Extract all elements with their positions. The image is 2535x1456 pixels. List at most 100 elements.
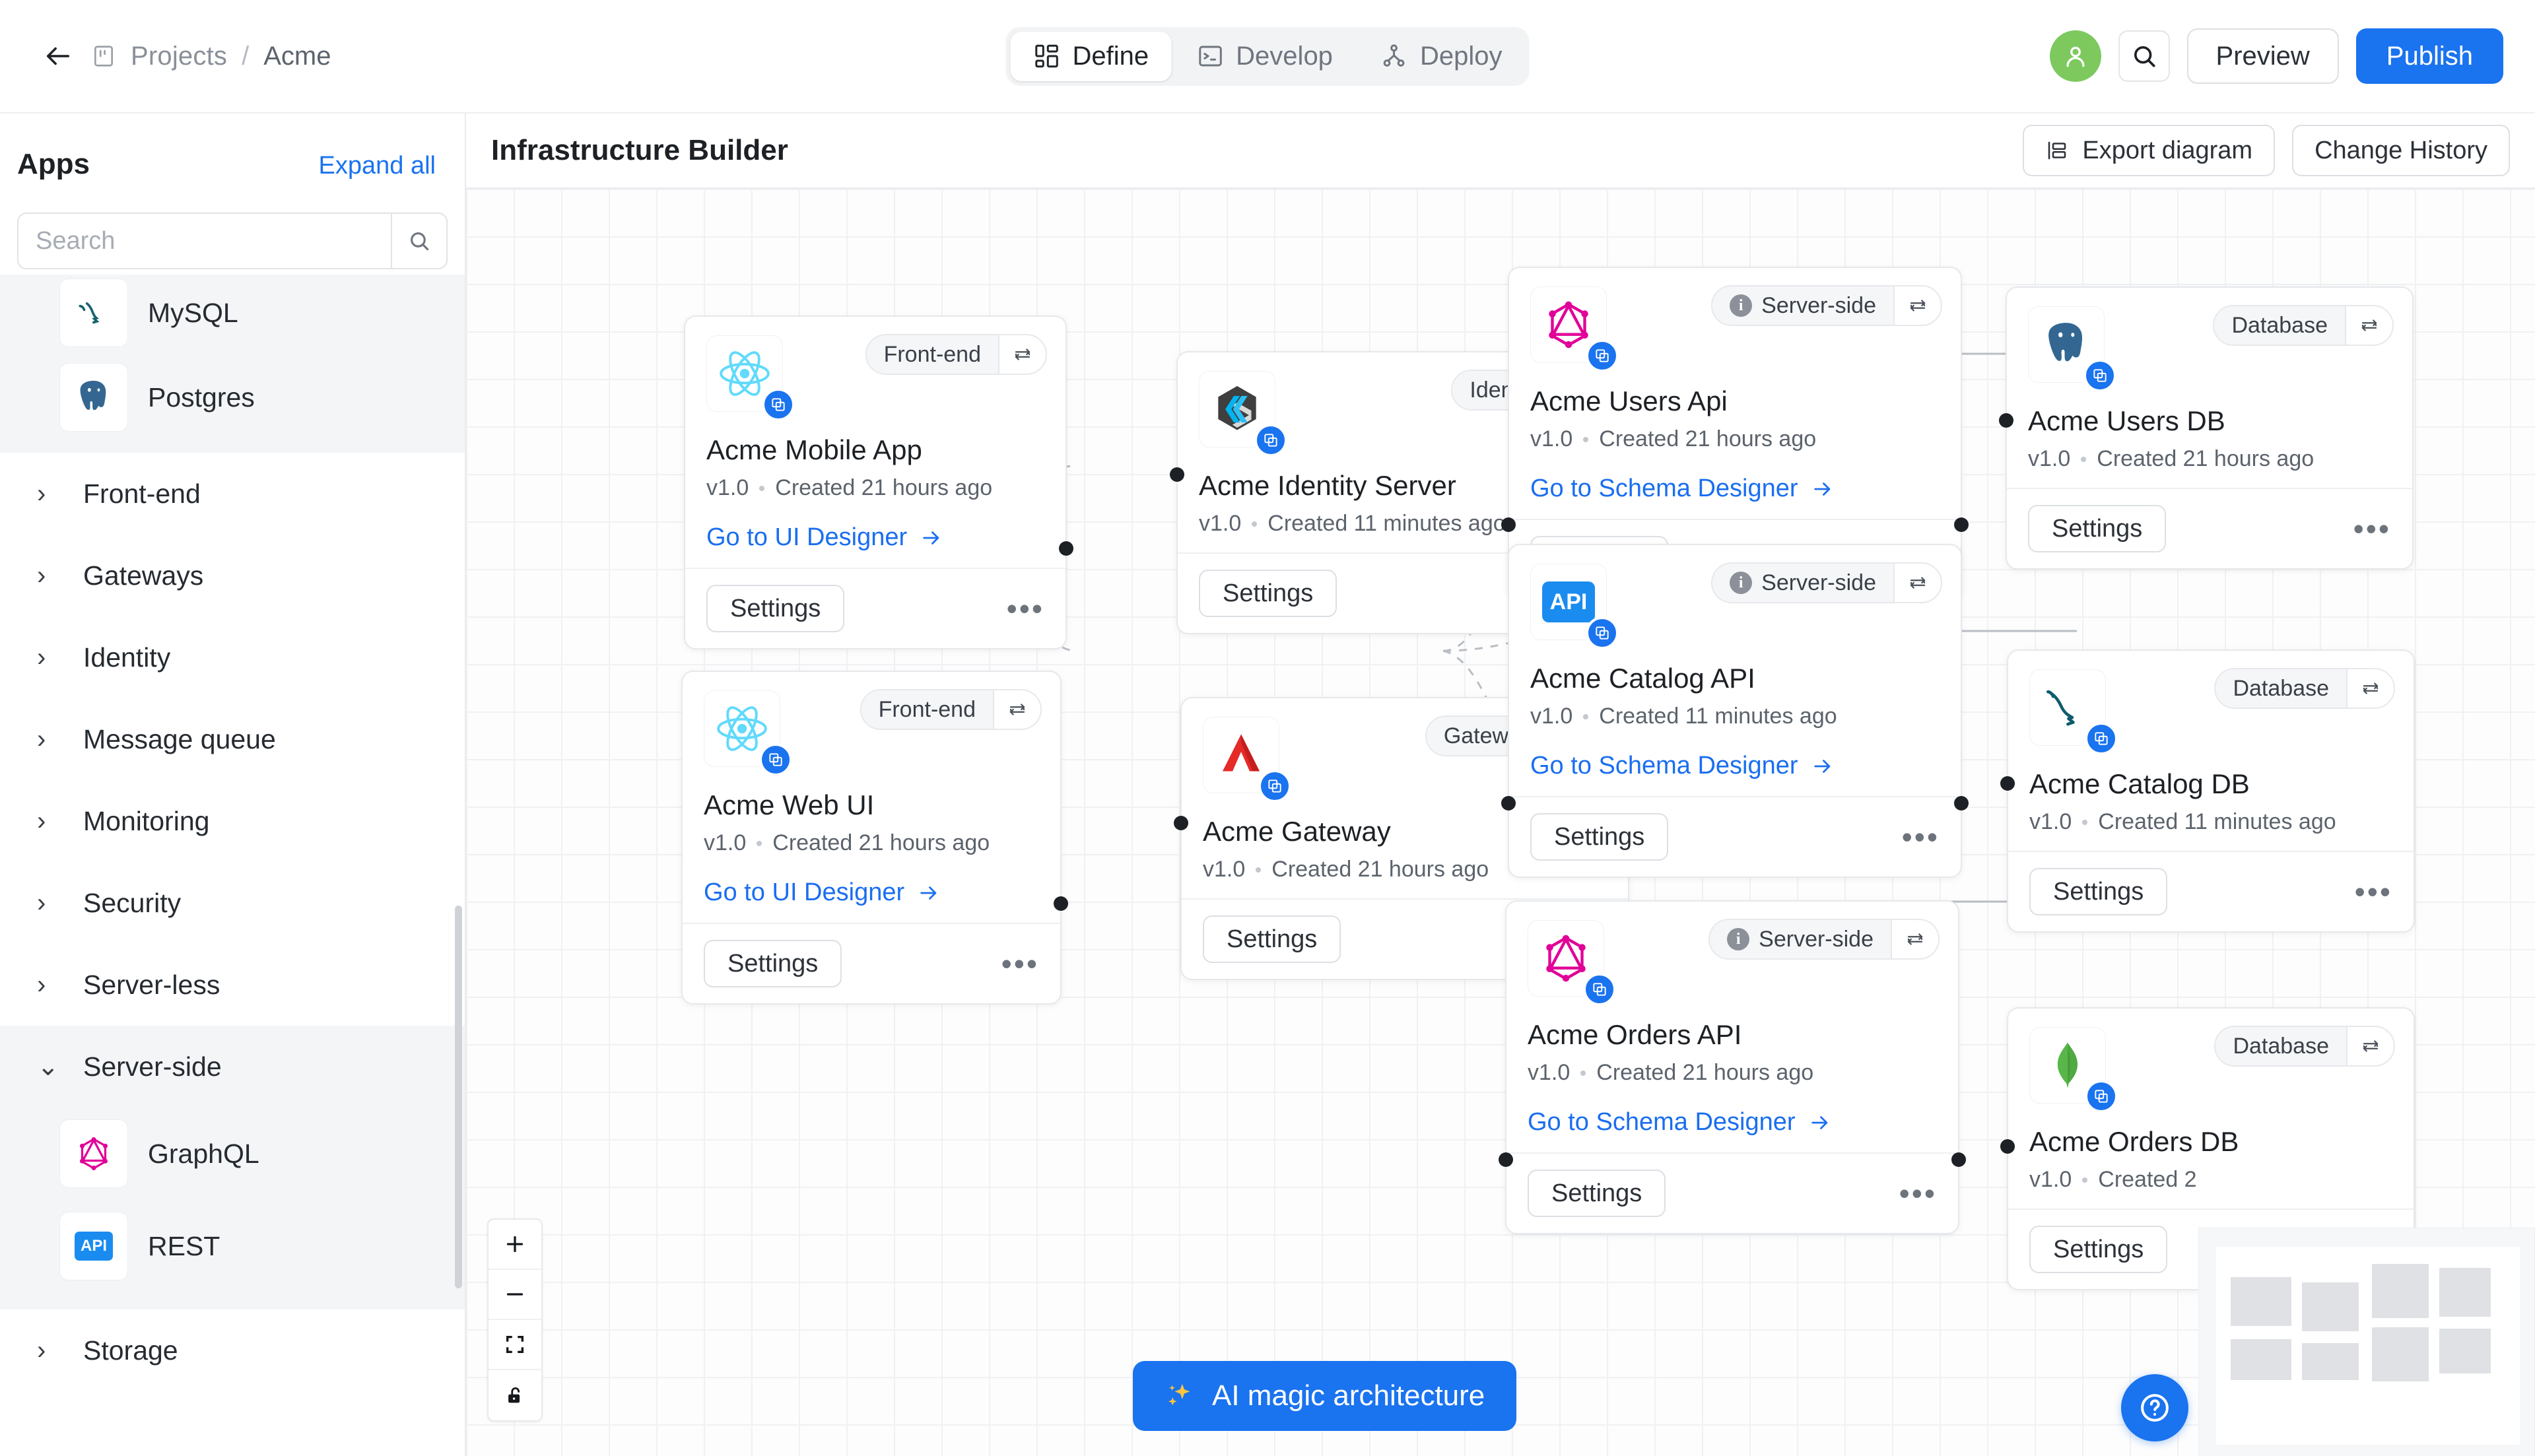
node-category-pill[interactable]: Front-end	[865, 334, 1047, 375]
node-port-right[interactable]	[1951, 1152, 1966, 1167]
expand-all-link[interactable]: Expand all	[319, 152, 436, 180]
go-to-ui-designer-link[interactable]: Go to UI Designer	[704, 878, 1039, 907]
settings-button[interactable]: Settings	[2028, 505, 2167, 552]
tab-develop[interactable]: Develop	[1174, 32, 1355, 81]
node-category-pill[interactable]: i Server-side	[1708, 919, 1940, 960]
fit-view-button[interactable]	[489, 1320, 541, 1370]
minimap-node	[2372, 1327, 2429, 1381]
breadcrumb-projects-link[interactable]: Projects	[131, 42, 227, 71]
sync-icon[interactable]	[998, 335, 1046, 374]
node-more-menu[interactable]: •••	[1001, 948, 1039, 979]
sidebar-group-security[interactable]: › Security	[0, 862, 465, 944]
sidebar-group-identity[interactable]: › Identity	[0, 616, 465, 698]
sidebar-item-rest[interactable]: API REST	[0, 1200, 465, 1292]
export-diagram-button[interactable]: Export diagram	[2023, 125, 2276, 176]
go-to-ui-designer-link[interactable]: Go to UI Designer	[706, 523, 1044, 552]
ai-magic-architecture-button[interactable]: AI magic architecture	[1133, 1361, 1517, 1431]
node-acme-mobile-app[interactable]: Front-end Acme Mobile App v1.0 Created 2…	[684, 315, 1073, 649]
breadcrumb-current-project[interactable]: Acme	[263, 42, 331, 71]
sidebar-group-monitoring[interactable]: › Monitoring	[0, 780, 465, 862]
sidebar-group-storage[interactable]: › Storage	[0, 1309, 465, 1391]
zoom-in-button[interactable]	[489, 1220, 541, 1270]
tab-define[interactable]: Define	[1010, 31, 1172, 81]
node-port-left[interactable]	[2000, 1139, 2015, 1154]
sidebar-item-postgres[interactable]: Postgres	[0, 351, 465, 444]
node-port-left[interactable]	[1174, 816, 1188, 830]
sidebar-group-message-queue[interactable]: › Message queue	[0, 698, 465, 780]
node-port-left[interactable]	[1501, 517, 1516, 532]
node-port-left[interactable]	[1999, 413, 2013, 428]
node-more-menu[interactable]: •••	[1902, 822, 1940, 852]
settings-button[interactable]: Settings	[706, 585, 845, 632]
sync-icon[interactable]	[2346, 1027, 2394, 1065]
sidebar-item-graphql[interactable]: GraphQL	[0, 1108, 465, 1200]
canvas-minimap[interactable]	[2198, 1228, 2535, 1456]
sync-icon[interactable]	[1893, 564, 1941, 602]
sidebar-group-front-end[interactable]: › Front-end	[0, 453, 465, 535]
node-category-pill[interactable]: i Server-side	[1711, 562, 1942, 603]
node-port-right[interactable]	[1054, 896, 1068, 911]
settings-button[interactable]: Settings	[1203, 915, 1341, 963]
node-acme-orders-api[interactable]: i Server-side Acme Orders API v1.0 Creat…	[1499, 900, 1966, 1234]
sync-icon[interactable]	[1893, 286, 1941, 325]
node-more-menu[interactable]: •••	[2353, 513, 2391, 544]
search-submit-button[interactable]	[391, 214, 446, 268]
node-port-left[interactable]	[1170, 467, 1184, 482]
sync-icon[interactable]	[1891, 920, 1938, 958]
sync-icon[interactable]	[993, 690, 1040, 729]
node-category-pill[interactable]: i Server-side	[1711, 285, 1942, 326]
node-more-menu[interactable]: •••	[2355, 877, 2392, 907]
go-to-schema-designer-link[interactable]: Go to Schema Designer	[1530, 475, 1940, 503]
publish-button[interactable]: Publish	[2355, 28, 2503, 84]
search-button[interactable]	[2118, 30, 2170, 82]
node-acme-catalog-db[interactable]: Database Acme Catalog DB v1.0 Created 11…	[2000, 649, 2415, 933]
node-version: v1.0	[1530, 426, 1573, 451]
search-icon	[411, 232, 429, 251]
meta-separator-dot	[1256, 867, 1262, 873]
settings-button[interactable]: Settings	[2029, 1226, 2168, 1273]
zoom-out-button[interactable]	[489, 1270, 541, 1320]
node-category-pill[interactable]: Database	[2213, 305, 2394, 346]
sidebar-group-server-less[interactable]: › Server-less	[0, 944, 465, 1026]
sidebar-scrollbar[interactable]	[455, 906, 462, 1288]
settings-button[interactable]: Settings	[704, 940, 842, 987]
node-more-menu[interactable]: •••	[1899, 1178, 1937, 1208]
node-acme-users-db[interactable]: Database Acme Users DB v1.0 Created 21 h…	[1999, 286, 2414, 570]
node-port-left[interactable]	[1501, 796, 1516, 811]
go-to-schema-designer-link[interactable]: Go to Schema Designer	[1530, 752, 1940, 780]
node-category-pill[interactable]: Database	[2214, 668, 2395, 709]
avatar[interactable]	[2049, 30, 2101, 82]
search-input[interactable]	[18, 214, 391, 268]
sidebar-item-mysql[interactable]: MySQL	[0, 275, 465, 351]
help-button[interactable]	[2121, 1374, 2188, 1441]
infrastructure-canvas[interactable]: Front-end Acme Mobile App v1.0 Created 2…	[466, 189, 2535, 1456]
node-port-right[interactable]	[1059, 541, 1073, 556]
settings-button[interactable]: Settings	[1530, 813, 1669, 861]
node-acme-web-ui[interactable]: Front-end Acme Web UI v1.0 Created 21 ho…	[681, 671, 1068, 1005]
sidebar-group-gateways[interactable]: › Gateways	[0, 535, 465, 616]
settings-button[interactable]: Settings	[2029, 868, 2168, 915]
tab-deploy[interactable]: Deploy	[1358, 32, 1525, 81]
node-port-left[interactable]	[1499, 1152, 1513, 1167]
chevron-right-icon: ›	[37, 642, 46, 672]
preview-button[interactable]: Preview	[2186, 28, 2339, 84]
node-port-left[interactable]	[2000, 776, 2015, 791]
change-history-button[interactable]: Change History	[2292, 125, 2510, 176]
sync-icon[interactable]	[2346, 669, 2394, 708]
sync-icon[interactable]	[2345, 306, 2392, 345]
settings-button[interactable]: Settings	[1199, 570, 1337, 617]
node-more-menu[interactable]: •••	[1007, 593, 1044, 624]
node-acme-catalog-api[interactable]: API i Server-side Acme Catalog API v1.0 …	[1501, 544, 1969, 878]
lock-canvas-button[interactable]	[489, 1370, 541, 1420]
back-button[interactable]	[40, 38, 77, 75]
settings-button[interactable]: Settings	[1528, 1170, 1666, 1217]
sidebar-group-server-side[interactable]: ⌄ Server-side	[0, 1026, 465, 1108]
node-category-pill[interactable]: Database	[2214, 1026, 2395, 1067]
go-to-schema-designer-link[interactable]: Go to Schema Designer	[1528, 1108, 1937, 1137]
node-category-pill[interactable]: Front-end	[860, 689, 1042, 730]
sparkles-icon	[1168, 1383, 1190, 1406]
info-icon: i	[1730, 294, 1753, 317]
sidebar-group-label: Front-end	[83, 478, 201, 509]
node-port-right[interactable]	[1954, 796, 1969, 811]
node-port-right[interactable]	[1954, 517, 1969, 532]
